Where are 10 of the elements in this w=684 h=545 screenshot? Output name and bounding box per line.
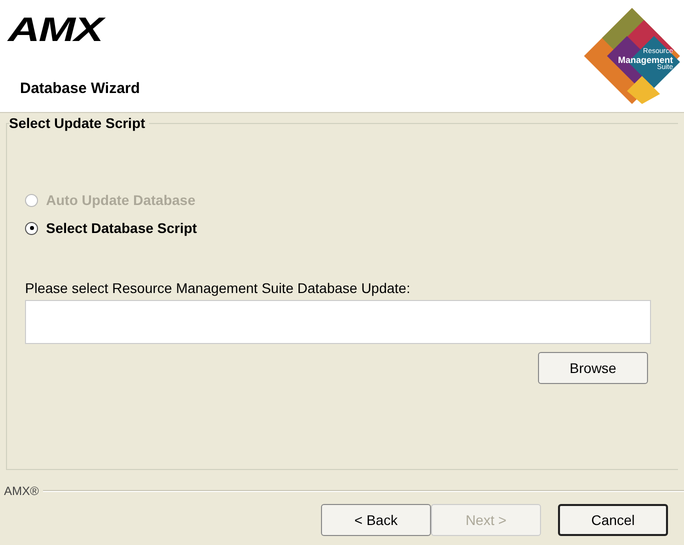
radio-option[interactable]: Select Database Script [25, 220, 197, 236]
wizard-button[interactable]: Cancel [558, 504, 668, 536]
field-label: Please select Resource Management Suite Database Update: [25, 280, 412, 296]
wizard-title: Database Wizard [20, 80, 140, 97]
group-title: Select Update Script [9, 115, 150, 131]
footer-brand: AMX® [3, 484, 39, 498]
wizard-button[interactable]: < Back [321, 504, 431, 536]
browse-button[interactable]: Browse [538, 352, 648, 384]
script-path-field[interactable] [25, 300, 651, 344]
brand-logo: AMX [8, 12, 102, 48]
